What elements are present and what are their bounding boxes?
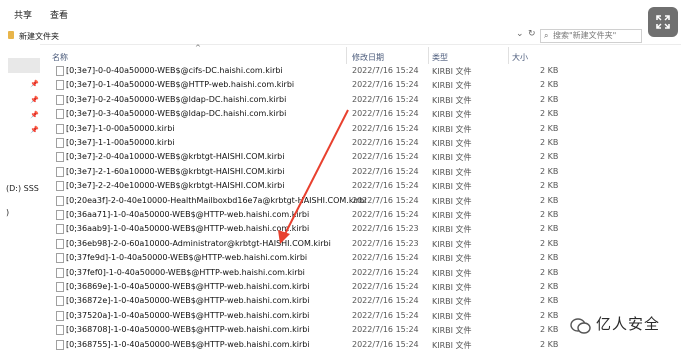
annotation-arrow [278,109,349,244]
arrow-line [283,109,349,237]
arrow-head [278,230,290,244]
wechat-icon [570,318,591,334]
watermark-text: 亿人安全 [596,315,661,333]
